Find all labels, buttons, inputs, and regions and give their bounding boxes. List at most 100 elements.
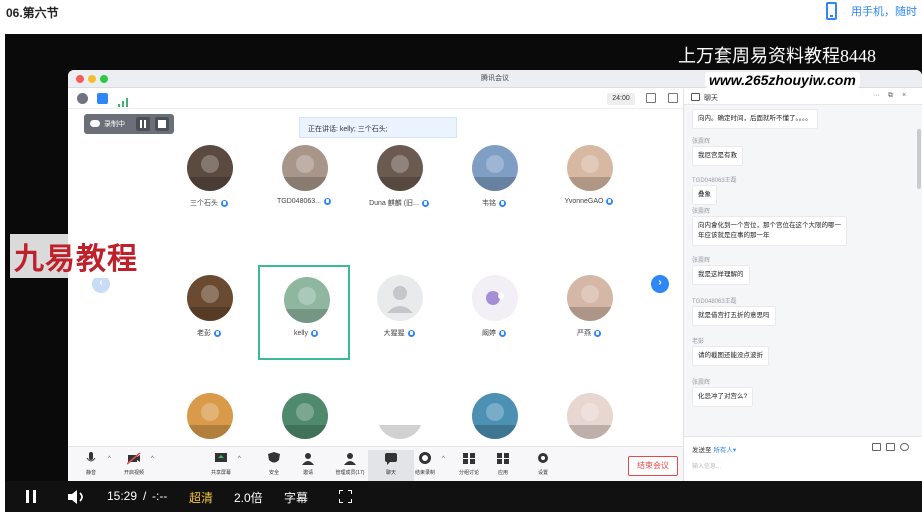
fullscreen-icon[interactable] [646, 93, 656, 103]
caret-up-icon[interactable]: ^ [151, 456, 154, 462]
volume-icon[interactable] [68, 490, 86, 504]
chat-panel: 聊天 ··· ⧉ × 向内。确定时间，后面就听不懂了。。。。 张震辉 我厄宫是有救 T… [683, 89, 922, 482]
next-page-button[interactable]: › [651, 275, 669, 293]
participant-name: 三个石头 [190, 200, 218, 207]
avatar [282, 145, 328, 191]
avatar [567, 275, 613, 321]
chat-input[interactable]: 输入信息... [692, 461, 721, 470]
participant-tile[interactable]: 大猩猩 [353, 265, 445, 360]
meeting-timer: 24:00 [607, 93, 635, 105]
speed-button[interactable]: 2.0倍 [234, 489, 263, 506]
avatar [567, 393, 613, 439]
participant-name: kelly [293, 330, 308, 337]
chat-scrollbar[interactable] [917, 129, 921, 189]
caret-up-icon[interactable]: ^ [442, 456, 445, 462]
fullscreen-button[interactable] [338, 489, 353, 504]
toolbar-label: 共享屏幕 [210, 470, 231, 476]
end-meeting-button[interactable]: 结束会议 [628, 456, 678, 476]
avatar [187, 145, 233, 191]
participant-tile[interactable]: YvonneGAO [543, 135, 635, 230]
chat-sender: 张震辉 [692, 139, 711, 145]
participant-tile[interactable]: kelly [258, 265, 350, 360]
meeting-toolbar: 静音 ^ 开启视频 ^ 共享屏幕 ^ 安全 邀请 管理成员(17) 聊天 结束录制 ^ 分组讨论 应用 设置… [68, 446, 683, 482]
file-icon[interactable] [872, 443, 881, 451]
participant-name-row: 三个石头 [163, 198, 255, 208]
chat-sender: 老彭 [692, 339, 705, 345]
avatar [187, 393, 233, 439]
stop-icon [158, 120, 166, 128]
avatar [377, 393, 423, 439]
toolbar-label: 开启视频 [123, 470, 144, 476]
pause-button[interactable] [26, 490, 36, 503]
members-icon [343, 452, 357, 465]
signal-icon [118, 94, 128, 107]
quality-button[interactable]: 超清 [189, 489, 213, 506]
send-to-select[interactable]: 所有人▾ [713, 447, 736, 454]
toolbar-label: 管理成员(17) [335, 470, 365, 476]
user-icon[interactable] [900, 443, 909, 451]
toolbar-button[interactable]: 邀请 [285, 450, 331, 482]
cloud-record-icon [90, 120, 100, 127]
layout-icon[interactable] [668, 93, 678, 103]
mic-icon [594, 329, 601, 337]
screenshot-icon[interactable] [886, 443, 895, 451]
phone-watch-link[interactable]: 用手机，随时 [826, 2, 917, 20]
toolbar-button[interactable]: 静音 ^ [68, 450, 114, 482]
chat-sender: 张震辉 [692, 258, 711, 264]
more-icon[interactable]: ··· [873, 92, 880, 99]
avatar [284, 277, 330, 323]
mic-icon [214, 329, 221, 337]
participant-name-row: Duna 麒麟 (旧... [353, 198, 445, 208]
video-player[interactable]: 上万套周易资料教程8448 腾讯会议 24:00 录制中 正在讲话: kelly… [5, 34, 922, 512]
participant-tile[interactable]: 老彭 [163, 265, 255, 360]
participant-tile[interactable]: 三个石头 [163, 135, 255, 230]
participant-name: 严燕 [577, 330, 591, 337]
chat-sender: 张震辉 [692, 380, 711, 386]
toolbar-button[interactable]: 结束录制 ^ [402, 450, 448, 482]
stop-recording-button[interactable] [155, 117, 169, 131]
mic-icon [421, 199, 429, 207]
participant-tile[interactable]: 韦铭 [448, 135, 540, 230]
security-shield-icon[interactable] [97, 93, 108, 104]
chat-message: 就是借宫打五折的意思吗 [692, 306, 776, 326]
toolbar-label: 设置 [537, 470, 548, 476]
subtitles-button[interactable]: 字幕 [284, 489, 308, 506]
meeting-info-bar: 24:00 [68, 89, 683, 109]
popout-icon[interactable]: ⧉ [888, 92, 893, 100]
share-screen-icon [214, 452, 228, 465]
mic-icon [311, 330, 318, 337]
participant-tile[interactable]: 阚婷 [448, 265, 540, 360]
mic-icon [407, 329, 415, 337]
caret-up-icon[interactable]: ^ [238, 456, 241, 462]
avatar [377, 145, 423, 191]
chat-message: 我厄宫是有救 [692, 146, 743, 166]
brand-watermark: 九易教程 [10, 234, 142, 278]
apps-icon [496, 452, 510, 465]
chat-title: 聊天 [704, 95, 718, 102]
camera-off-icon [126, 452, 141, 465]
info-icon[interactable] [77, 93, 88, 104]
mic-icon [221, 199, 228, 207]
watermark-title: 上万套周易资料教程8448 [678, 46, 876, 66]
toolbar-button[interactable]: 设置 [520, 450, 566, 482]
phone-watch-text: 用手机，随时 [851, 6, 917, 18]
send-to-label: 发送至 [692, 447, 712, 454]
participant-name: YvonneGAO [564, 198, 604, 205]
participant-name-row: 老彭 [163, 328, 255, 338]
mic-icon [499, 199, 506, 207]
participant-tile[interactable]: TGD048063... [258, 135, 350, 230]
participant-name-row: TGD048063... [258, 198, 350, 205]
toolbar-button[interactable]: 共享屏幕 ^ [198, 450, 244, 482]
mic-icon [323, 198, 331, 205]
toolbar-button[interactable]: 管理成员(17) [327, 450, 373, 482]
close-chat-icon[interactable]: × [902, 92, 906, 99]
phone-icon [826, 2, 837, 20]
toolbar-button[interactable]: 开启视频 ^ [111, 450, 157, 482]
invite-icon [301, 452, 315, 465]
participant-tile[interactable]: Duna 麒麟 (旧... [353, 135, 445, 230]
participant-tile[interactable]: 严燕 [543, 265, 635, 360]
pause-recording-button[interactable] [136, 117, 150, 131]
settings-icon [536, 452, 550, 465]
participant-name: TGD048063... [277, 198, 321, 205]
meeting-window: 腾讯会议 24:00 录制中 正在讲话: kelly; 三个石头; 三个石头 TG… [68, 70, 922, 482]
